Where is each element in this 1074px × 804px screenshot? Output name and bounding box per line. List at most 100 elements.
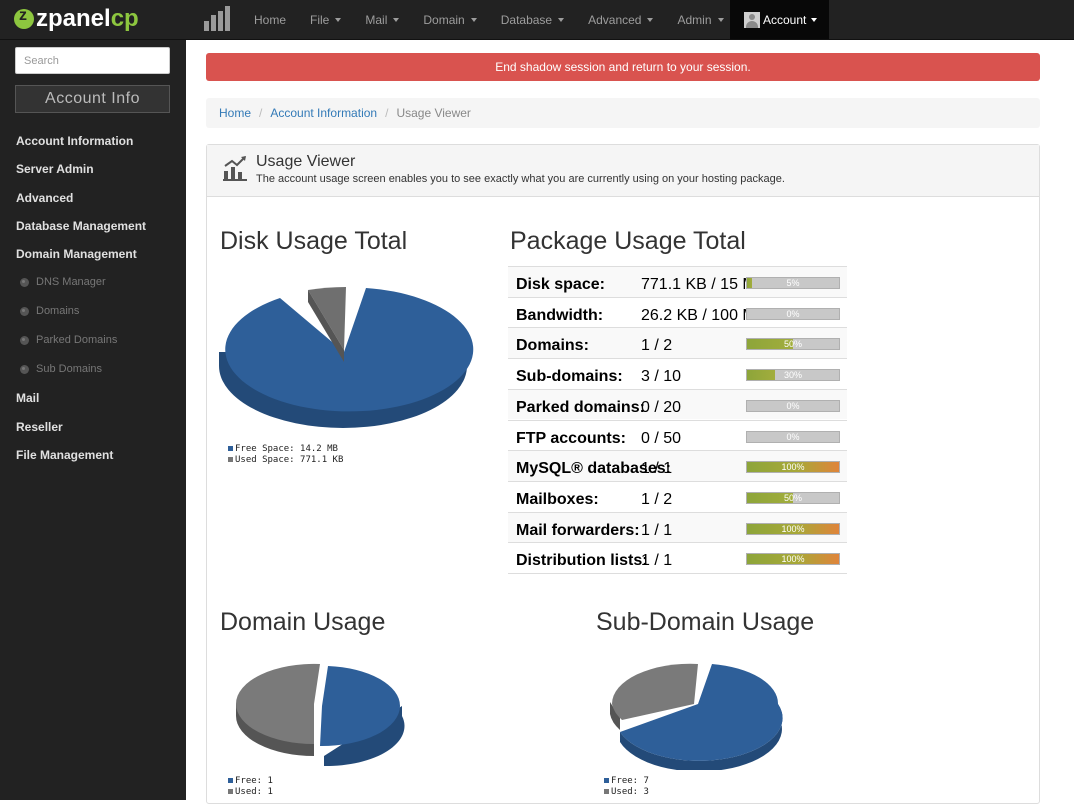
domain-usage-legend: Free: 1 Used: 1: [228, 776, 273, 798]
sidebar-item-reseller[interactable]: Reseller: [0, 413, 186, 441]
package-usage-title: Package Usage Total: [510, 227, 746, 255]
globe-icon: [20, 336, 29, 346]
panel-title: Usage Viewer: [256, 153, 356, 170]
nav-domain[interactable]: Domain: [411, 0, 488, 39]
usage-progress-label: 100%: [781, 523, 805, 534]
sidebar: Account Info Account Information Server …: [0, 40, 186, 800]
usage-progress-label: 50%: [783, 339, 802, 350]
package-usage-row: Mailboxes: 1 / 2 50%: [508, 480, 847, 512]
package-usage-label: Sub-domains:: [516, 368, 623, 386]
usage-progress-bar: 0%: [746, 307, 840, 320]
package-usage-value: 1 / 2: [641, 337, 673, 355]
zpanel-logo[interactable]: zpanelcp: [14, 5, 139, 33]
nav-mail[interactable]: Mail: [353, 0, 411, 39]
package-usage-label: FTP accounts:: [516, 429, 626, 447]
sidebar-item-mail[interactable]: Mail: [0, 384, 186, 412]
domain-usage-title: Domain Usage: [220, 608, 386, 636]
nav-file[interactable]: File: [298, 0, 353, 39]
package-usage-row: Sub-domains: 3 / 10 30%: [508, 358, 847, 389]
package-usage-row: Disk space: 771.1 KB / 15 MB 5%: [508, 266, 847, 297]
sidebar-item-domains[interactable]: Domains: [0, 297, 186, 326]
usage-progress-label: 0%: [786, 308, 800, 319]
legend-subdomain-free: Free: 7: [611, 776, 649, 786]
sidebar-menu: Account Information Server Admin Advance…: [0, 127, 186, 469]
package-usage-table: Disk space: 771.1 KB / 15 MB 5% Bandwidth: 2…: [508, 266, 847, 576]
nav-admin[interactable]: Admin: [665, 0, 735, 39]
globe-icon: [20, 307, 29, 317]
breadcrumb: Home / Account Information / Usage Viewer: [206, 98, 1040, 128]
logo-text-right: cp: [110, 5, 139, 32]
sidebar-item-database-management[interactable]: Database Management: [0, 212, 186, 240]
disk-usage-legend: Free Space: 14.2 MB Used Space: 771.1 KB: [228, 444, 343, 466]
globe-icon: [20, 278, 29, 288]
package-usage-value: 1 / 1: [641, 521, 673, 539]
disk-usage-pie-chart: [219, 287, 474, 428]
usage-progress-label: 100%: [781, 462, 805, 473]
panel-description: The account usage screen enables you to …: [256, 173, 785, 185]
logo-icon: [14, 7, 34, 29]
usage-progress-bar: 100%: [746, 461, 840, 474]
usage-progress-bar: 50%: [746, 338, 840, 351]
package-usage-label: Disk space:: [516, 276, 605, 293]
breadcrumb-account-information[interactable]: Account Information: [270, 106, 377, 120]
search-input[interactable]: [15, 47, 170, 74]
usage-progress-bar: 0%: [746, 399, 840, 412]
sidebar-item-server-admin[interactable]: Server Admin: [0, 155, 186, 183]
legend-subdomain-used: Used: 3: [611, 787, 649, 797]
globe-icon: [20, 365, 29, 375]
subdomain-usage-pie-chart: [610, 663, 783, 770]
legend-free-space: Free Space: 14.2 MB: [235, 444, 338, 454]
usage-progress-bar: 100%: [746, 553, 840, 566]
package-usage-row: Parked domains: 0 / 20 0%: [508, 388, 847, 420]
nav-account[interactable]: Account: [730, 0, 829, 39]
caret-down-icon: [558, 17, 565, 22]
breadcrumb-current: Usage Viewer: [396, 106, 471, 120]
usage-progress-label: 0%: [786, 431, 800, 442]
sidebar-item-parked-domains[interactable]: Parked Domains: [0, 326, 186, 355]
legend-domain-free: Free: 1: [235, 776, 273, 786]
usage-progress-bar: 5%: [746, 277, 840, 289]
sidebar-item-file-management[interactable]: File Management: [0, 441, 186, 469]
usage-progress-label: 0%: [786, 400, 800, 411]
caret-down-icon: [811, 17, 818, 22]
package-usage-label: Bandwidth:: [516, 306, 604, 324]
logo-text-left: zpanel: [36, 5, 111, 32]
sidebar-item-domain-management[interactable]: Domain Management: [0, 240, 186, 268]
disk-usage-title: Disk Usage Total: [220, 227, 408, 255]
main-nav: Home File Mail Domain Database Advanced …: [242, 0, 736, 39]
caret-down-icon: [470, 17, 477, 22]
account-info-heading: Account Info: [15, 85, 170, 113]
subdomain-usage-legend: Free: 7 Used: 3: [604, 776, 649, 798]
end-shadow-session-alert[interactable]: End shadow session and return to your se…: [206, 53, 1040, 81]
package-usage-value: 1 / 1: [641, 460, 673, 478]
package-usage-label: Mailboxes:: [516, 490, 599, 508]
stats-bars-icon[interactable]: [204, 6, 230, 31]
usage-progress-bar: 30%: [746, 369, 840, 382]
sidebar-item-advanced[interactable]: Advanced: [0, 184, 186, 212]
sidebar-item-sub-domains[interactable]: Sub Domains: [0, 355, 186, 384]
sidebar-item-dns-manager[interactable]: DNS Manager: [0, 268, 186, 297]
package-usage-label: Parked domains:: [516, 398, 645, 416]
legend-domain-used: Used: 1: [235, 787, 273, 797]
usage-progress-bar: 50%: [746, 491, 840, 504]
package-usage-row: Domains: 1 / 2 50%: [508, 327, 847, 359]
usage-progress-label: 100%: [781, 554, 805, 565]
package-usage-value: 0 / 50: [641, 429, 682, 447]
usage-progress-label: 30%: [783, 370, 802, 381]
package-usage-label: Distribution lists:: [516, 552, 648, 570]
nav-advanced[interactable]: Advanced: [576, 0, 665, 39]
avatar-icon: [744, 11, 760, 28]
table-bottom-border: [508, 573, 847, 574]
usage-progress-label: 5%: [786, 278, 800, 288]
usage-progress-bar: 0%: [746, 430, 840, 443]
breadcrumb-home[interactable]: Home: [219, 106, 251, 120]
sidebar-item-account-information[interactable]: Account Information: [0, 127, 186, 155]
package-usage-row: Mail forwarders: 1 / 1 100%: [508, 511, 847, 543]
domain-usage-pie-chart: [235, 663, 405, 767]
caret-down-icon: [393, 17, 400, 22]
subdomain-usage-title: Sub-Domain Usage: [596, 608, 815, 636]
usage-progress-bar: 100%: [746, 522, 840, 535]
nav-database[interactable]: Database: [489, 0, 576, 39]
legend-used-space: Used Space: 771.1 KB: [235, 455, 344, 465]
nav-home[interactable]: Home: [242, 0, 298, 39]
